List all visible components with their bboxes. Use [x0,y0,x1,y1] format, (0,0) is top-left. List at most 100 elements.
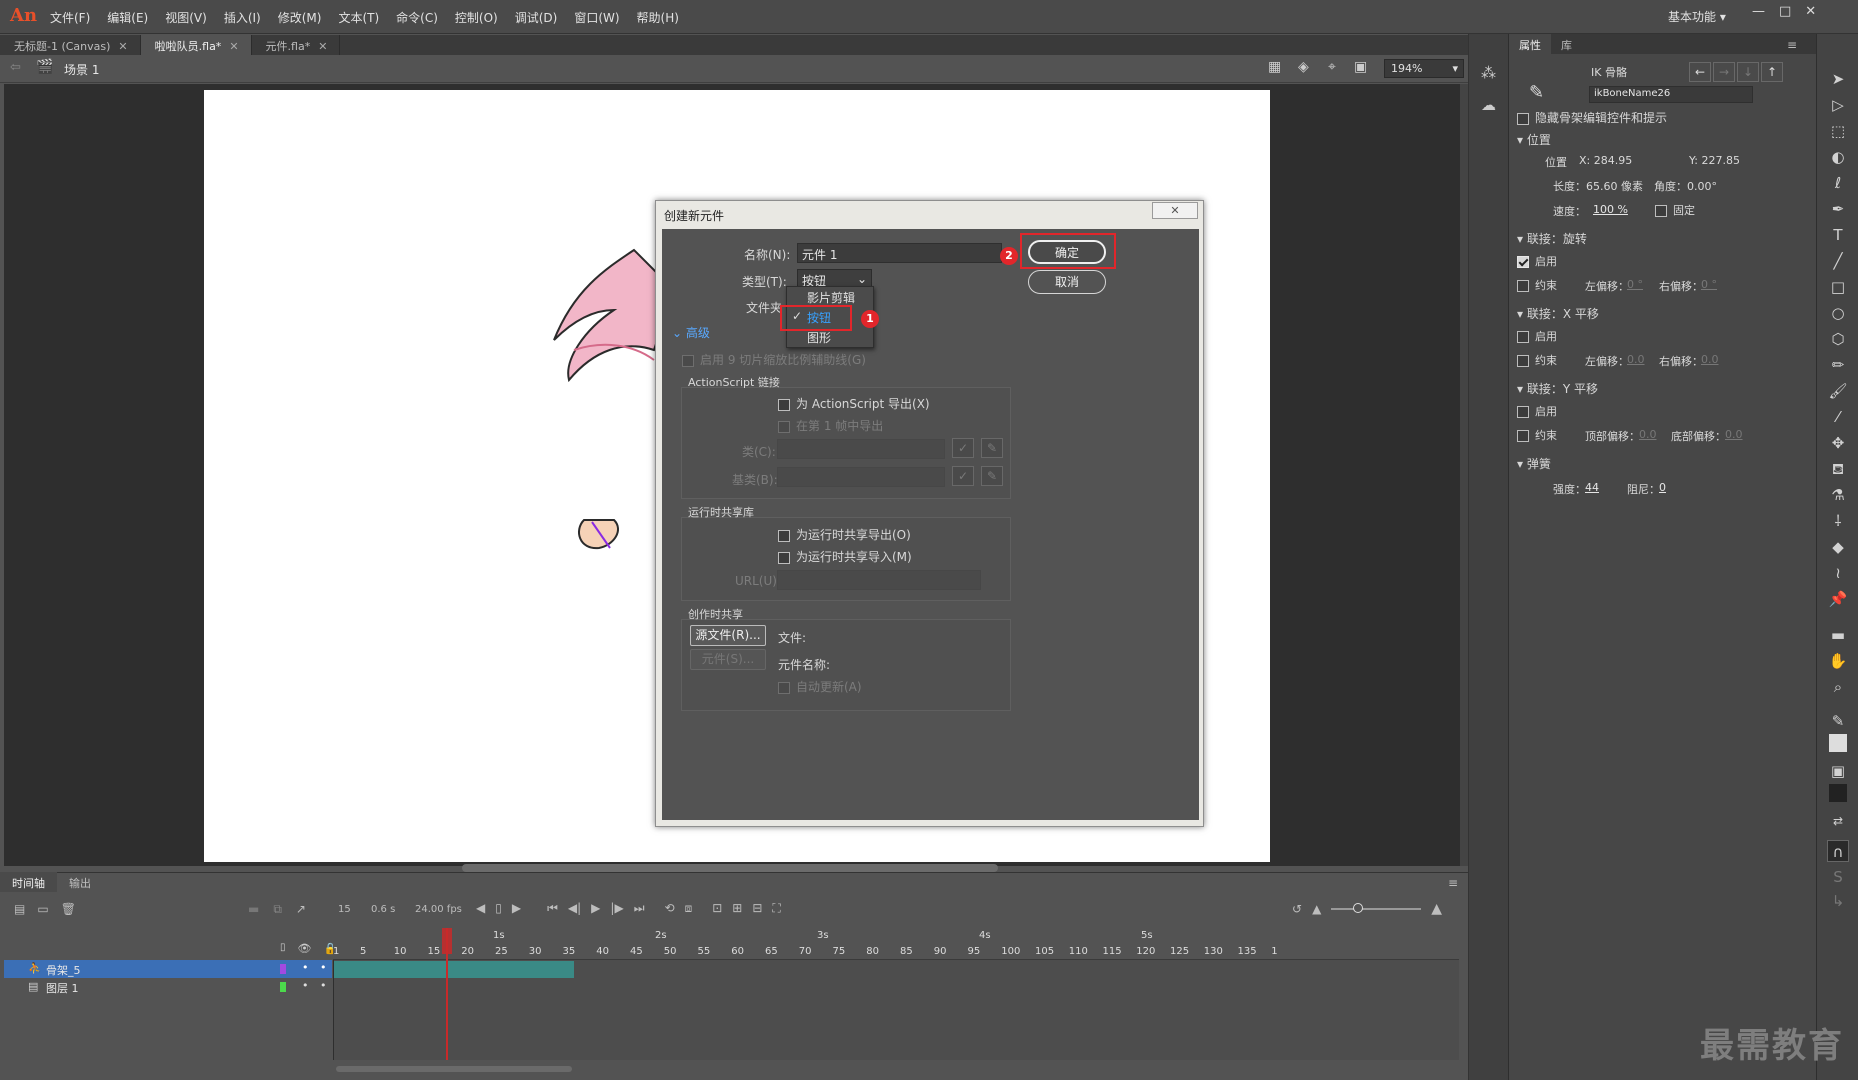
fixed-option[interactable]: 固定 [1655,202,1695,218]
panel-menu-icon[interactable]: ≡ [1448,876,1458,890]
symbol-name-input[interactable]: 元件 1 [797,243,1002,263]
next-key-icon[interactable]: ▶ [512,901,521,916]
ink-bottle-icon[interactable]: ⚗ [1827,484,1849,506]
zoom-select[interactable]: 194% ▾ [1384,59,1464,78]
spring-header[interactable]: ▾ 弹簧 [1517,455,1551,472]
3d-rotation-icon[interactable]: ◐ [1827,146,1849,168]
center-stage-icon[interactable]: ⌖ [1328,59,1336,75]
zoom-out-icon[interactable]: ▲ [1312,902,1321,916]
subselection-tool-icon[interactable]: ▷ [1827,94,1849,116]
doc-tab-untitled[interactable]: 无标题-1 (Canvas) ✕ [0,35,141,55]
undo-zoom-icon[interactable]: ↺ [1292,902,1302,916]
menu-edit[interactable]: 编辑(E) [107,9,148,26]
play-icon[interactable]: ▶ [591,901,600,916]
onion-outline-icon[interactable]: ⊟ [752,901,762,916]
joint-x-header[interactable]: ▾ 联接：X 平移 [1517,305,1599,322]
first-frame-icon[interactable]: ⏮ [547,901,558,916]
bone-name-input[interactable]: ikBoneName26 [1589,86,1753,103]
export-runtime-option[interactable]: 为运行时共享导出(O) [778,526,911,543]
snap-magnet-icon[interactable]: ∩ [1827,840,1849,862]
layer-row-1[interactable]: ▤ 图层 1 • • [4,978,332,996]
y-enable-option[interactable]: 启用 [1517,403,1557,419]
text-tool-icon[interactable]: T [1827,224,1849,246]
center-frame-icon[interactable]: ⊡ [712,901,722,916]
source-file-button[interactable]: 源文件(R)... [690,625,766,646]
x-enable-checkbox[interactable] [1517,331,1529,343]
advanced-toggle[interactable]: ⌄ 高级 [672,324,710,341]
fixed-checkbox[interactable] [1655,205,1667,217]
polystar-tool-icon[interactable]: ⬡ [1827,328,1849,350]
motion-presets-icon[interactable]: ⁂ [1481,64,1496,82]
rotation-enable-checkbox[interactable] [1517,256,1529,268]
rotation-enable-option[interactable]: 启用 [1517,253,1557,269]
menu-text[interactable]: 文本(T) [338,9,379,26]
doc-tab-cheerleader[interactable]: 啦啦队员.fla* ✕ [140,35,252,55]
zoom-tool-icon[interactable]: ⌕ [1827,676,1849,698]
lock-dot[interactable]: • [320,979,327,992]
oval-tool-icon[interactable]: ○ [1827,302,1849,324]
option-movie-clip[interactable]: 影片剪辑 [787,287,873,307]
speed-value[interactable]: 100 % [1593,203,1628,216]
x-constrain-checkbox[interactable] [1517,355,1529,367]
eyedropper-icon[interactable]: ⸸ [1827,510,1849,532]
tab-library[interactable]: 库 [1551,34,1582,54]
visible-dot[interactable]: • [302,979,309,992]
brush-tool-icon[interactable]: 🖌 [1827,380,1849,402]
swap-colors-icon[interactable]: ⇄ [1827,810,1849,832]
loop-icon[interactable]: ⟲ [665,901,675,916]
x-enable-option[interactable]: 启用 [1517,328,1557,344]
selection-tool-icon[interactable]: ➤ [1827,68,1849,90]
menu-view[interactable]: 视图(V) [165,9,207,26]
modify-markers-icon[interactable]: ⛶ [772,901,780,916]
insert-key-icon[interactable]: ▯ [495,901,502,916]
pencil-tool-icon[interactable]: ✏ [1827,354,1849,376]
y-constrain-option[interactable]: 约束 [1517,427,1557,443]
pin-tool-icon[interactable]: 📌 [1827,588,1849,610]
camera-tool-icon[interactable]: ▬ [1827,624,1849,646]
new-folder-icon[interactable]: ▭ [37,902,48,916]
dialog-close-button[interactable]: ✕ [1152,202,1198,219]
stroke-color-icon[interactable]: ✎ [1827,710,1849,732]
edit-scene-icon[interactable]: ▦ [1268,59,1281,75]
hide-controls-checkbox[interactable] [1517,112,1529,125]
close-tab-icon[interactable]: ✕ [118,40,127,53]
camera-icon[interactable]: ▬ [248,902,259,917]
back-arrow-icon[interactable]: ⇦ [10,60,21,75]
armature-tween-span[interactable] [334,961,574,978]
stroke-swatch[interactable] [1829,734,1847,752]
frame-ruler[interactable]: 1 5 10 15 20 25 30 35 40 45 50 55 60 65 70 75 80 85 90 95 10… [333,928,1459,960]
paint-brush-icon[interactable]: ⁄ [1827,406,1849,428]
doc-tab-symbol[interactable]: 元件.fla* ✕ [252,35,341,55]
step-forward-icon[interactable]: |▶ [610,901,623,916]
graph-icon[interactable]: ↗ [296,902,306,917]
next-sibling-icon[interactable]: → [1713,62,1735,82]
delete-layer-icon[interactable]: 🗑 [61,902,76,916]
visible-dot[interactable]: • [302,961,309,974]
x-constrain-option[interactable]: 约束 [1517,352,1557,368]
close-tab-icon[interactable]: ✕ [229,40,238,53]
parent-bone-icon[interactable]: ↑ [1761,62,1783,82]
rectangle-tool-icon[interactable]: □ [1827,276,1849,298]
workspace-switcher[interactable]: 基本功能 ▾ [1668,8,1726,25]
eraser-icon[interactable]: ◆ [1827,536,1849,558]
new-layer-icon[interactable]: ▤ [14,902,25,916]
edit-symbol-icon[interactable]: ◈ [1298,59,1309,75]
menu-window[interactable]: 窗口(W) [574,9,619,26]
import-runtime-checkbox[interactable] [778,551,790,564]
prev-key-icon[interactable]: ◀ [476,901,485,916]
slider-handle[interactable] [1353,903,1364,913]
stage-horizontal-scrollbar[interactable] [462,864,998,872]
export-as-option[interactable]: 为 ActionScript 导出(X) [778,395,930,412]
damping-value[interactable]: 0 [1659,481,1666,494]
pen-tool-icon[interactable]: ✒ [1827,198,1849,220]
position-section-header[interactable]: ▾ 位置 [1517,131,1551,148]
maximize-icon[interactable]: □ [1779,4,1791,19]
export-as-checkbox[interactable] [778,398,790,411]
panel-menu-icon[interactable]: ≡ [1787,38,1797,52]
menu-help[interactable]: 帮助(H) [637,9,679,26]
paint-bucket-icon[interactable]: ⛾ [1827,458,1849,480]
timeline-scrollbar[interactable] [336,1066,572,1072]
step-back-icon[interactable]: ◀| [568,901,581,916]
cc-libraries-icon[interactable]: ☁ [1481,96,1496,114]
tab-output[interactable]: 输出 [57,872,103,892]
